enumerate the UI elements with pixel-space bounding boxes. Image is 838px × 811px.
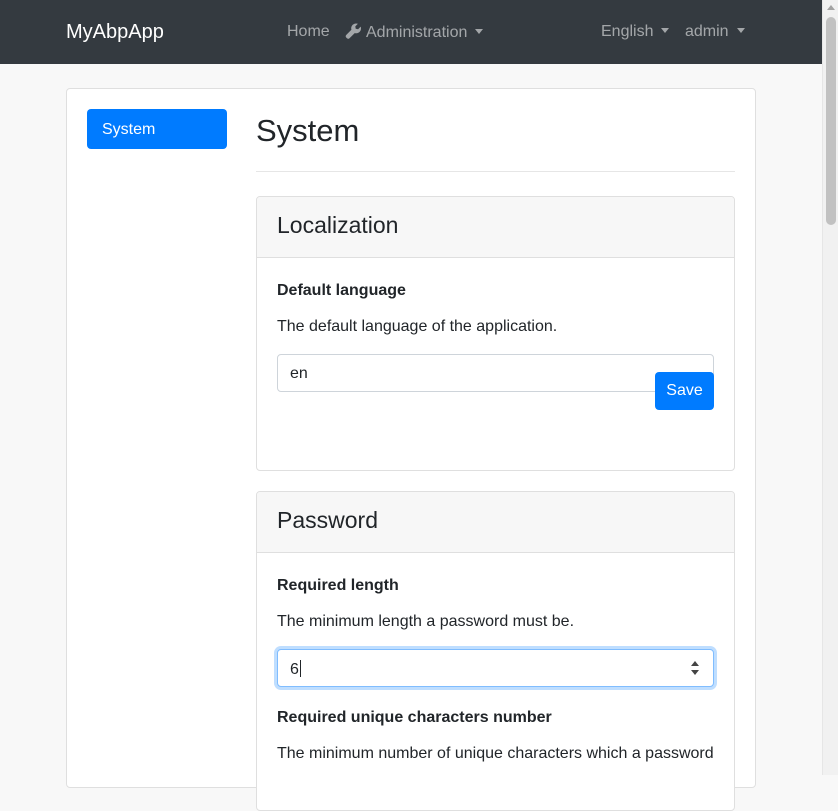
text-cursor <box>299 660 301 677</box>
default-language-input[interactable]: en <box>277 354 714 392</box>
default-language-label: Default language <box>277 282 406 299</box>
top-navbar: MyAbpApp Home Administration English adm… <box>0 0 822 64</box>
stepper-up-icon[interactable] <box>691 661 699 666</box>
required-length-value: 6 <box>290 661 299 678</box>
chevron-down-icon <box>736 28 745 33</box>
save-button[interactable]: Save <box>655 372 714 410</box>
scrollbar-thumb[interactable] <box>826 17 836 225</box>
number-stepper[interactable] <box>691 659 699 677</box>
password-card: Password Required length The minimum len… <box>256 491 735 811</box>
chevron-down-icon <box>661 28 670 33</box>
page-scrollbar[interactable] <box>822 0 838 775</box>
scroll-up-arrow-icon[interactable] <box>827 5 835 10</box>
wrench-icon <box>345 23 362 39</box>
language-dropdown[interactable]: English <box>601 23 670 41</box>
unique-chars-help: The minimum number of unique characters … <box>277 745 714 762</box>
nav-administration-dropdown[interactable]: Administration <box>345 23 484 42</box>
stepper-down-icon[interactable] <box>691 670 699 675</box>
required-length-help: The minimum length a password must be. <box>277 613 575 630</box>
nav-administration-label: Administration <box>366 24 468 41</box>
sidebar-item-system[interactable]: System <box>87 109 227 149</box>
password-header: Password <box>257 492 734 553</box>
language-label: English <box>601 23 654 40</box>
localization-card: Localization Default language The defaul… <box>256 196 735 471</box>
localization-header: Localization <box>257 197 734 258</box>
required-length-input[interactable]: 6 <box>277 649 714 687</box>
default-language-value: en <box>290 365 308 382</box>
brand-link[interactable]: MyAbpApp <box>66 21 164 44</box>
user-name: admin <box>685 23 729 40</box>
settings-card: System System Localization Default langu… <box>66 88 756 811</box>
title-divider <box>256 171 735 172</box>
chevron-down-icon <box>475 29 484 34</box>
default-language-help: The default language of the application. <box>277 318 558 335</box>
user-menu-dropdown[interactable]: admin <box>685 23 745 41</box>
unique-chars-label: Required unique characters number <box>277 709 552 726</box>
page-title: System <box>256 113 360 148</box>
required-length-label: Required length <box>277 577 399 594</box>
nav-home-link[interactable]: Home <box>287 23 330 41</box>
